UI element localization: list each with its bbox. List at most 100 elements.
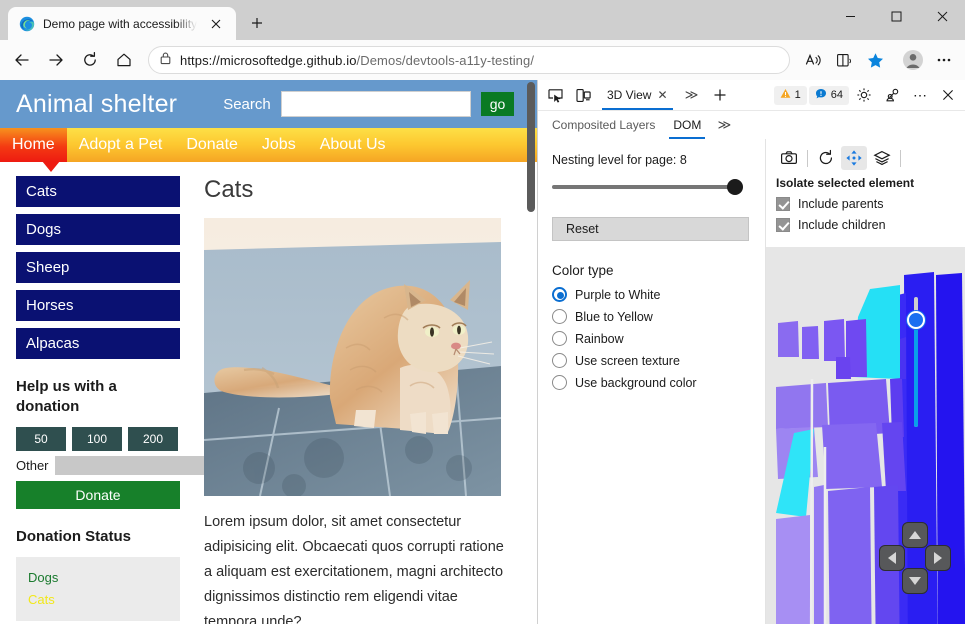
color-option-blue-to-yellow[interactable]: Blue to Yellow bbox=[552, 309, 749, 324]
gear-icon[interactable] bbox=[851, 82, 877, 108]
maximize-button[interactable] bbox=[873, 0, 919, 33]
url-text: https://microsoftedge.github.io/Demos/de… bbox=[180, 53, 534, 68]
devtools-customize-icon[interactable] bbox=[879, 82, 905, 108]
cat-photo bbox=[204, 218, 501, 496]
warnings-badge[interactable]: 1 bbox=[773, 85, 807, 105]
profile-avatar-icon[interactable] bbox=[898, 45, 928, 75]
animal-button-sheep[interactable]: Sheep bbox=[16, 252, 180, 283]
zoom-slider[interactable] bbox=[907, 297, 925, 427]
radio-icon[interactable] bbox=[552, 309, 567, 324]
include-children-row[interactable]: Include children bbox=[776, 218, 957, 232]
include-children-label: Include children bbox=[798, 218, 886, 232]
tab-close-icon[interactable]: ✕ bbox=[657, 89, 667, 101]
tab-3d-view[interactable]: 3D View ✕ bbox=[598, 81, 677, 110]
browser-more-icon[interactable] bbox=[929, 45, 959, 75]
devtools-more-icon[interactable]: ⋯ bbox=[907, 82, 933, 108]
title-bar: Demo page with accessibility iss bbox=[0, 0, 965, 40]
radio-icon[interactable] bbox=[552, 331, 567, 346]
zoom-slider-thumb[interactable] bbox=[907, 311, 925, 329]
slider-track bbox=[552, 185, 735, 189]
browser-tab[interactable]: Demo page with accessibility iss bbox=[8, 7, 236, 40]
read-aloud-icon[interactable] bbox=[798, 45, 828, 75]
include-parents-row[interactable]: Include parents bbox=[776, 197, 957, 211]
amount-button-200[interactable]: 200 bbox=[128, 427, 178, 451]
amount-button-100[interactable]: 100 bbox=[72, 427, 122, 451]
forward-button[interactable] bbox=[40, 44, 72, 76]
animal-button-cats[interactable]: Cats bbox=[16, 176, 180, 207]
color-type-heading: Color type bbox=[552, 263, 614, 278]
add-tab-button[interactable] bbox=[707, 82, 733, 108]
minimize-button[interactable] bbox=[827, 0, 873, 33]
devtools-close-icon[interactable] bbox=[935, 82, 961, 108]
site-nav: Home Adopt a Pet Donate Jobs About Us bbox=[0, 128, 537, 172]
pan-up-button[interactable] bbox=[902, 522, 928, 548]
radio-icon[interactable] bbox=[552, 375, 567, 390]
pan-right-button[interactable] bbox=[925, 545, 951, 571]
address-bar[interactable]: https://microsoftedge.github.io/Demos/de… bbox=[148, 46, 790, 74]
more-subtabs-icon[interactable]: ≫ bbox=[711, 112, 737, 138]
search-input[interactable] bbox=[280, 91, 471, 117]
checkbox-icon[interactable] bbox=[776, 197, 790, 211]
slider-thumb[interactable] bbox=[727, 179, 743, 195]
reload-button[interactable] bbox=[74, 44, 106, 76]
issues-badge[interactable]: 64 bbox=[808, 85, 849, 105]
toolbar-actions bbox=[798, 45, 959, 75]
page-scrollbar[interactable] bbox=[527, 82, 535, 212]
reset-button[interactable]: Reset bbox=[552, 217, 749, 241]
tab-title: Demo page with accessibility iss bbox=[43, 16, 197, 31]
animal-button-alpacas[interactable]: Alpacas bbox=[16, 328, 180, 359]
window-controls bbox=[827, 0, 965, 40]
nav-active-pointer-icon bbox=[42, 161, 60, 172]
nav-item-home[interactable]: Home bbox=[0, 128, 67, 162]
nav-item-jobs[interactable]: Jobs bbox=[250, 128, 308, 162]
checkbox-icon[interactable] bbox=[776, 218, 790, 232]
toolbar-divider bbox=[900, 149, 901, 167]
new-tab-button[interactable] bbox=[242, 8, 272, 38]
camera-icon[interactable] bbox=[776, 146, 802, 170]
color-option-label: Use screen texture bbox=[575, 353, 680, 368]
inspect-element-icon[interactable] bbox=[542, 82, 568, 108]
amount-button-50[interactable]: 50 bbox=[16, 427, 66, 451]
threed-viewport[interactable] bbox=[766, 247, 965, 624]
devtools-body: Nesting level for page: 8 Reset Color ty… bbox=[538, 139, 965, 624]
lock-icon bbox=[159, 51, 172, 70]
close-window-button[interactable] bbox=[919, 0, 965, 33]
more-tabs-icon[interactable]: ≫ bbox=[679, 82, 705, 108]
color-option-rainbow[interactable]: Rainbow bbox=[552, 331, 749, 346]
pan-left-button[interactable] bbox=[879, 545, 905, 571]
chevron-left-icon bbox=[888, 552, 896, 564]
nav-item-adopt-a-pet[interactable]: Adopt a Pet bbox=[67, 128, 175, 162]
color-option-use-background-color[interactable]: Use background color bbox=[552, 375, 749, 390]
nav-item-about-us[interactable]: About Us bbox=[308, 128, 398, 162]
layers-icon[interactable] bbox=[869, 146, 895, 170]
tab-close-icon[interactable] bbox=[205, 13, 227, 35]
color-option-use-screen-texture[interactable]: Use screen texture bbox=[552, 353, 749, 368]
go-button[interactable]: go bbox=[480, 92, 515, 116]
radio-icon[interactable] bbox=[552, 287, 567, 302]
url-domain: https://microsoftedge.github.io bbox=[180, 52, 357, 68]
chevron-down-icon bbox=[909, 577, 921, 585]
immersive-reader-icon[interactable] bbox=[829, 45, 859, 75]
donate-button[interactable]: Donate bbox=[16, 481, 180, 509]
other-amount-row: Other bbox=[16, 456, 232, 475]
color-option-purple-to-white[interactable]: Purple to White bbox=[552, 287, 749, 302]
color-option-label: Blue to Yellow bbox=[575, 309, 653, 324]
include-parents-label: Include parents bbox=[798, 197, 884, 211]
subtab-dom[interactable]: DOM bbox=[665, 112, 709, 139]
pan-move-icon[interactable] bbox=[841, 146, 867, 170]
reset-view-icon[interactable] bbox=[813, 146, 839, 170]
star-icon[interactable] bbox=[860, 45, 890, 75]
nesting-level-slider[interactable] bbox=[552, 179, 749, 195]
back-button[interactable] bbox=[6, 44, 38, 76]
animal-button-horses[interactable]: Horses bbox=[16, 290, 180, 321]
browser-content: Animal shelter Search go Home Adopt a Pe… bbox=[0, 80, 965, 624]
pan-down-button[interactable] bbox=[902, 568, 928, 594]
warnings-count: 1 bbox=[794, 89, 801, 101]
home-icon[interactable] bbox=[108, 44, 140, 76]
animal-button-dogs[interactable]: Dogs bbox=[16, 214, 180, 245]
radio-icon[interactable] bbox=[552, 353, 567, 368]
color-option-label: Purple to White bbox=[575, 287, 661, 302]
subtab-composited-layers[interactable]: Composited Layers bbox=[544, 112, 663, 139]
nav-item-donate[interactable]: Donate bbox=[174, 128, 250, 162]
device-emulation-icon[interactable] bbox=[570, 82, 596, 108]
